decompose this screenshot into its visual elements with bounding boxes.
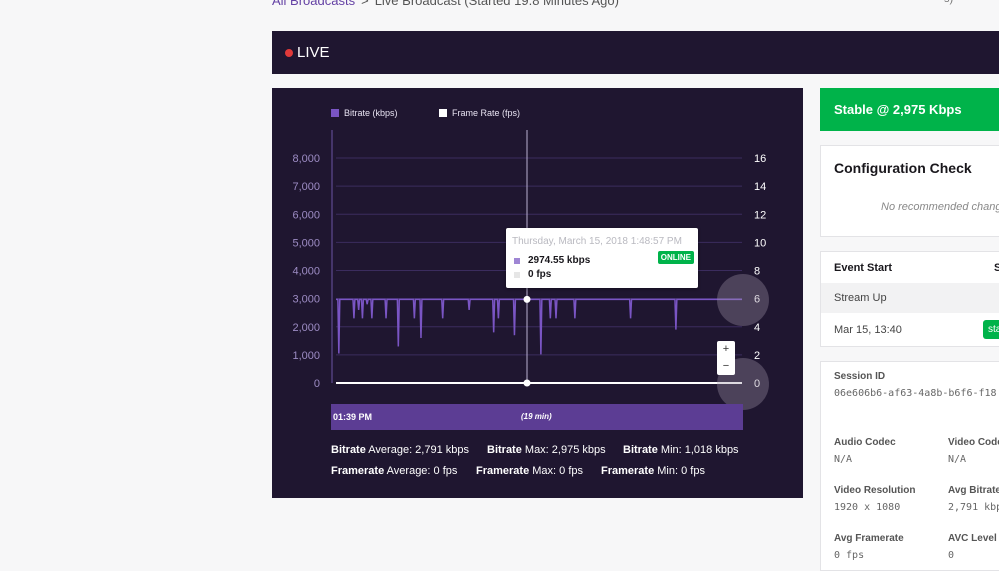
avg-framerate-label: Avg Framerate	[834, 533, 904, 544]
hover-point-framerate	[523, 379, 531, 387]
video-resolution-label: Video Resolution	[834, 485, 916, 496]
configuration-check-card: Configuration Check No recommended chang	[820, 145, 999, 237]
stat-label: Framerate	[601, 465, 655, 477]
breadcrumb: All Broadcasts > Live Broadcast (Started 1…	[272, 0, 619, 8]
y-tick-left-label: 6,000	[292, 209, 320, 221]
y-tick-right-label: 16	[754, 153, 766, 165]
video-codec-label: Video Code	[948, 437, 999, 448]
breadcrumb-separator: >	[361, 0, 369, 8]
stat-value: Average: 2,791 kbps	[368, 444, 469, 456]
event-date: Mar 15, 13:40	[834, 324, 902, 336]
tooltip-framerate-value: 0 fps	[528, 269, 552, 280]
audio-codec-label: Audio Codec	[834, 437, 896, 448]
stat-framerate-min: Framerate Min: 0 fps	[601, 465, 705, 477]
y-tick-left-label: 0	[314, 378, 320, 390]
zoom-out-button[interactable]: −	[717, 358, 735, 375]
avc-level-label: AVC Level	[948, 533, 997, 544]
stat-value: Max: 0 fps	[532, 465, 584, 477]
stream-health-text: Stable @ 2,975 Kbps	[834, 102, 962, 117]
event-start-header: Event Start	[834, 262, 893, 274]
tooltip-bitrate-value: 2974.55 kbps	[528, 255, 591, 266]
top-right-text: s)	[944, 0, 999, 6]
online-badge: ONLINE	[657, 251, 694, 264]
tooltip-bitrate: 2974.55 kbps	[514, 255, 590, 266]
chart-tooltip: Thursday, March 15, 2018 1:48:57 PM 2974…	[506, 228, 698, 288]
tooltip-date: Thursday, March 15, 2018 1:48:57 PM	[512, 236, 682, 247]
timeline-navigator[interactable]: 01:39 PM (19 min)	[331, 404, 743, 430]
event-status-badge: sta	[983, 320, 999, 339]
timeline-start-time: 01:39 PM	[333, 412, 373, 422]
event-row: Stream Up	[821, 283, 999, 313]
session-id-value: 06e606b6-af63-4a8b-b6f6-f18	[834, 388, 997, 399]
y-tick-right-label: 14	[754, 181, 766, 193]
tooltip-framerate-swatch	[514, 271, 520, 278]
stream-health-banner: Stable @ 2,975 Kbps	[820, 88, 999, 131]
stream-chart-panel: Bitrate (kbps) Frame Rate (fps) 0 1,000 2,…	[272, 88, 803, 498]
stat-value: Min: 1,018 kbps	[660, 444, 739, 456]
session-id-label: Session ID	[834, 371, 886, 382]
stat-bitrate-min: Bitrate Min: 1,018 kbps	[623, 444, 739, 456]
live-dot-icon	[285, 48, 293, 57]
timeline-duration: (19 min)	[521, 412, 552, 421]
avg-bitrate-value: 2,791 kbp	[948, 502, 999, 513]
tooltip-bitrate-swatch	[514, 257, 520, 264]
stat-framerate-average: Framerate Average: 0 fps	[331, 465, 457, 477]
stat-label: Framerate	[331, 465, 385, 477]
session-details-card: Session ID 06e606b6-af63-4a8b-b6f6-f18 A…	[820, 361, 999, 571]
avg-bitrate-label: Avg Bitrate	[948, 485, 999, 496]
stat-value: Min: 0 fps	[657, 465, 705, 477]
stat-bitrate-average: Bitrate Average: 2,791 kbps	[331, 444, 469, 456]
y-tick-right-label: 12	[754, 209, 766, 221]
hover-point-bitrate	[523, 295, 531, 303]
y-tick-left-label: 8,000	[292, 153, 320, 165]
y-tick-left-label: 3,000	[292, 294, 320, 306]
event-row-label: Stream Up	[834, 292, 887, 304]
y-tick-left-label: 4,000	[292, 266, 320, 278]
breadcrumb-current: Live Broadcast (Started 19.8 Minutes Ago…	[374, 0, 619, 8]
configuration-check-title: Configuration Check	[834, 160, 972, 176]
y-tick-right-label: 10	[754, 237, 766, 249]
y-tick-left-label: 2,000	[292, 322, 320, 334]
stat-value: Average: 0 fps	[386, 465, 458, 477]
live-header: LIVE	[272, 31, 999, 74]
y-tick-right-label: 8	[754, 266, 760, 278]
y-tick-left-label: 1,000	[292, 350, 320, 362]
y-tick-right-label: 4	[754, 322, 760, 334]
video-codec-value: N/A	[948, 454, 967, 465]
y-tick-left-label: 5,000	[292, 237, 320, 249]
tooltip-framerate: 0 fps	[514, 269, 551, 280]
configuration-check-note: No recommended chang	[881, 201, 999, 213]
y-tick-left-label: 7,000	[292, 181, 320, 193]
stat-label: Bitrate	[487, 444, 522, 456]
audio-codec-value: N/A	[834, 454, 853, 465]
event-card: Event Start S Stream Up Mar 15, 13:40 st…	[820, 251, 999, 347]
scroll-handle-top[interactable]	[717, 274, 769, 326]
event-status-header: S	[994, 262, 999, 274]
stat-value: Max: 2,975 kbps	[524, 444, 606, 456]
zoom-control: + −	[717, 341, 735, 375]
stat-label: Framerate	[476, 465, 530, 477]
live-label: LIVE	[297, 44, 330, 61]
stat-label: Bitrate	[331, 444, 366, 456]
stat-label: Bitrate	[623, 444, 658, 456]
video-resolution-value: 1920 x 1080	[834, 502, 901, 513]
breadcrumb-link-all-broadcasts[interactable]: All Broadcasts	[272, 0, 355, 8]
avg-framerate-value: 0 fps	[834, 550, 865, 561]
stat-framerate-max: Framerate Max: 0 fps	[476, 465, 583, 477]
stat-bitrate-max: Bitrate Max: 2,975 kbps	[487, 444, 606, 456]
zoom-in-button[interactable]: +	[717, 341, 735, 358]
avc-level-value: 0	[948, 550, 955, 561]
